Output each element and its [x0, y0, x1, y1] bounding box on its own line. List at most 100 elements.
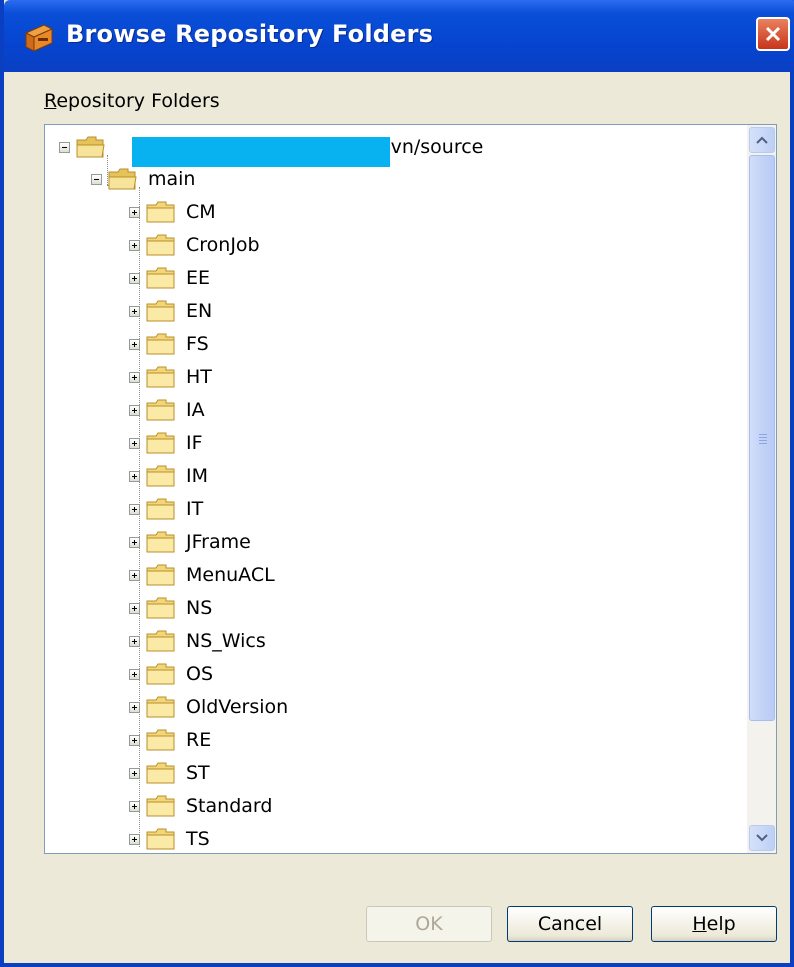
main-label: main	[148, 168, 196, 190]
tree-node-oldversion[interactable]: OldVersion	[129, 691, 288, 723]
ok-button[interactable]: OK	[366, 906, 492, 942]
expand-icon[interactable]	[129, 305, 140, 317]
expand-icon[interactable]	[129, 503, 140, 515]
folder-icon	[146, 300, 175, 322]
tree-node-main[interactable]: main	[91, 163, 195, 195]
folder-icon	[146, 201, 175, 223]
folder-icon	[146, 597, 175, 619]
tree-node-jframe[interactable]: JFrame	[129, 526, 251, 558]
thumb-grip	[759, 437, 767, 438]
expand-icon[interactable]	[129, 206, 140, 218]
tree-node-menuacl[interactable]: MenuACL	[129, 559, 275, 591]
folder-label: RE	[186, 729, 212, 751]
folder-label: FS	[186, 333, 209, 355]
expand-icon[interactable]	[129, 437, 140, 449]
tree-node-im[interactable]: IM	[129, 460, 208, 492]
folder-icon	[146, 828, 175, 850]
folder-label: NS_Wics	[186, 630, 266, 652]
expand-icon[interactable]	[129, 272, 140, 284]
expand-icon[interactable]	[129, 404, 140, 416]
folder-open-icon	[108, 168, 137, 190]
close-icon	[765, 26, 781, 42]
scroll-down-button[interactable]	[749, 825, 775, 851]
expand-icon[interactable]	[129, 701, 140, 713]
tree-node-os[interactable]: OS	[129, 658, 213, 690]
folder-label: IT	[186, 498, 204, 520]
tree-node-it[interactable]: IT	[129, 493, 203, 525]
expand-icon[interactable]	[129, 668, 140, 680]
expand-icon[interactable]	[129, 470, 140, 482]
expand-icon[interactable]	[129, 734, 140, 746]
folder-label: CronJob	[186, 234, 260, 256]
folder-label: JFrame	[186, 531, 251, 553]
tree-node-ee[interactable]: EE	[129, 262, 210, 294]
folder-open-icon	[76, 136, 105, 158]
folder-label: ST	[186, 762, 210, 784]
tree-node-en[interactable]: EN	[129, 295, 212, 327]
expand-icon[interactable]	[129, 833, 140, 845]
expand-icon[interactable]	[129, 635, 140, 647]
expand-icon[interactable]	[129, 800, 140, 812]
folder-label: EE	[186, 267, 211, 289]
chevron-down-icon	[756, 834, 768, 842]
expand-icon[interactable]	[129, 338, 140, 350]
tree-node-ts[interactable]: TS	[129, 823, 210, 853]
folder-icon	[146, 630, 175, 652]
tree-node-if[interactable]: IF	[129, 427, 203, 459]
folder-icon	[146, 465, 175, 487]
folder-label: NS	[186, 597, 213, 619]
folder-label: EN	[186, 300, 213, 322]
folder-label: IM	[186, 465, 208, 487]
folder-label: HT	[186, 366, 212, 388]
thumb-grip	[759, 440, 767, 441]
mnemonic-h: H	[692, 913, 707, 935]
expand-icon[interactable]	[129, 371, 140, 383]
mnemonic-r: R	[44, 90, 57, 112]
tree-node-cronjob[interactable]: CronJob	[129, 229, 260, 261]
expand-icon[interactable]	[129, 767, 140, 779]
close-button[interactable]	[756, 17, 790, 51]
help-button[interactable]: Help	[651, 906, 777, 942]
folder-icon	[146, 498, 175, 520]
folder-icon	[146, 762, 175, 784]
vertical-scrollbar[interactable]	[747, 125, 776, 853]
folder-label: CM	[186, 201, 216, 223]
tree-node-re[interactable]: RE	[129, 724, 211, 756]
repository-folder-tree[interactable]: l/svn/source main CM CronJob EE EN FS HT…	[44, 124, 777, 854]
expand-icon[interactable]	[129, 536, 140, 548]
tree-content[interactable]: l/svn/source main CM CronJob EE EN FS HT…	[45, 125, 747, 853]
folder-label: MenuACL	[186, 564, 275, 586]
tree-node-fs[interactable]: FS	[129, 328, 209, 360]
repository-folders-label: Repository Folders	[44, 90, 220, 112]
folder-label: OldVersion	[186, 696, 289, 718]
folder-icon	[146, 267, 175, 289]
expand-icon[interactable]	[129, 239, 140, 251]
folder-icon	[146, 366, 175, 388]
folder-icon	[146, 399, 175, 421]
help-label-rest: elp	[706, 913, 736, 935]
collapse-icon[interactable]	[91, 173, 102, 185]
tree-node-ia[interactable]: IA	[129, 394, 205, 426]
title-bar[interactable]: Browse Repository Folders	[4, 0, 794, 72]
folder-icon	[146, 432, 175, 454]
scroll-thumb[interactable]	[749, 155, 775, 721]
label-rest: epository Folders	[56, 90, 220, 112]
scroll-up-button[interactable]	[749, 127, 775, 153]
tree-node-st[interactable]: ST	[129, 757, 210, 789]
folder-label: IF	[186, 432, 203, 454]
tree-node-ns[interactable]: NS	[129, 592, 212, 624]
cancel-button[interactable]: Cancel	[507, 906, 633, 942]
tree-node-standard[interactable]: Standard	[129, 790, 272, 822]
tree-node-ns-wics[interactable]: NS_Wics	[129, 625, 266, 657]
tree-node-cm[interactable]: CM	[129, 196, 216, 228]
folder-icon	[146, 333, 175, 355]
redaction-box	[132, 137, 390, 167]
expand-icon[interactable]	[129, 569, 140, 581]
chevron-up-icon	[756, 136, 768, 144]
tree-node-ht[interactable]: HT	[129, 361, 212, 393]
collapse-icon[interactable]	[59, 141, 70, 153]
expand-icon[interactable]	[129, 602, 140, 614]
thumb-grip	[759, 443, 767, 444]
folder-icon	[146, 564, 175, 586]
folder-icon	[146, 531, 175, 553]
